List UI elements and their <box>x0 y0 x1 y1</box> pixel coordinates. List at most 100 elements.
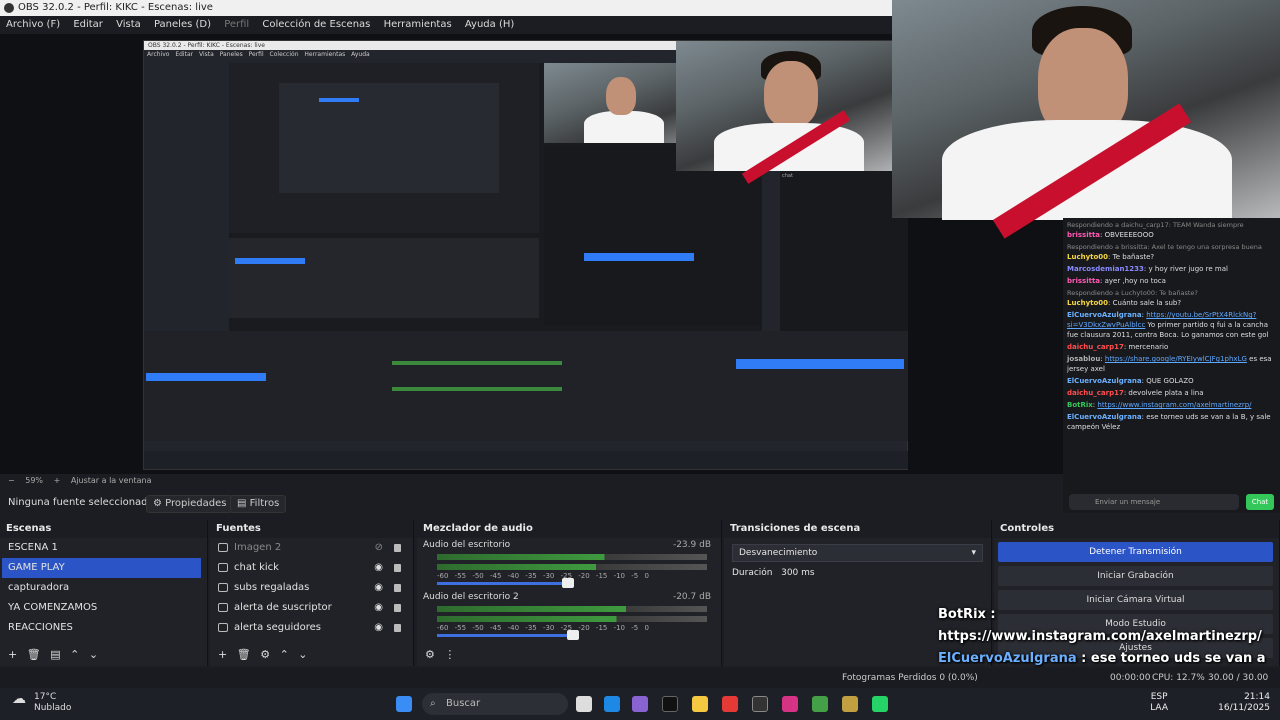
menu-docks[interactable]: Paneles (D) <box>154 19 211 30</box>
tiktok-icon[interactable] <box>662 696 678 712</box>
chat-username[interactable]: josablou <box>1067 355 1100 363</box>
menu-scene-collection[interactable]: Colección de Escenas <box>262 19 370 30</box>
duration-row: Duración 300 ms <box>732 568 815 578</box>
chat-message: daichu_carp17: devolvele plata a lina <box>1067 389 1204 397</box>
clock[interactable]: 21:14 16/11/2025 <box>1218 692 1270 714</box>
game-icon[interactable] <box>842 696 858 712</box>
chat-username[interactable]: Marcosdemian1233 <box>1067 265 1144 273</box>
menu-tools[interactable]: Herramientas <box>384 19 452 30</box>
scene-item-selected[interactable]: GAME PLAY <box>2 558 201 578</box>
source-item[interactable]: subs regaladas ◉ <box>210 578 413 598</box>
lock-icon[interactable] <box>394 604 401 612</box>
chat-message: ElCuervoAzulgrana: QUE GOLAZO <box>1067 377 1194 385</box>
scene-item[interactable]: capturadora <box>0 578 207 598</box>
lock-icon[interactable] <box>394 544 401 552</box>
transition-select[interactable]: Desvanecimiento ▾ <box>732 544 983 562</box>
status-bar: Fotogramas Perdidos 0 (0.0%) 00:00:00 CP… <box>0 668 1280 703</box>
eye-icon[interactable]: ◉ <box>374 558 383 578</box>
browser-icon <box>218 602 228 612</box>
chat-username[interactable]: ElCuervoAzulgrana <box>1067 413 1142 421</box>
zoom-out-button[interactable]: − <box>8 476 15 485</box>
eye-icon[interactable]: ◉ <box>374 598 383 618</box>
zoom-in-button[interactable]: + <box>54 476 61 485</box>
source-item[interactable]: alerta de suscriptor ◉ <box>210 598 413 618</box>
chat-username[interactable]: Luchyto00 <box>1067 299 1108 307</box>
chat-message: daichu_carp17: mercenario <box>1067 343 1169 351</box>
chrome-icon[interactable] <box>722 696 738 712</box>
filters-button[interactable]: ▤ Filtros <box>230 495 287 513</box>
chat-link[interactable]: https://www.instagram.com/axelmartinezrp… <box>1097 401 1251 409</box>
weather-widget[interactable]: ☁ 17°C Nublado <box>12 692 71 714</box>
move-down-button[interactable]: ⌄ <box>298 648 307 661</box>
add-scene-button[interactable]: + <box>8 648 17 661</box>
task-view-icon[interactable] <box>576 696 592 712</box>
scene-filters-button[interactable]: ▤ <box>50 648 60 661</box>
move-up-button[interactable]: ⌃ <box>70 648 79 661</box>
chrome-2-icon[interactable] <box>812 696 828 712</box>
chat-username[interactable]: BotRix <box>1067 401 1093 409</box>
menu-file[interactable]: Archivo (F) <box>6 19 60 30</box>
source-item[interactable]: Imagen 2 ⊘ <box>210 538 413 558</box>
volume-fader-knob[interactable] <box>566 630 579 640</box>
chat-username[interactable]: daichu_carp17 <box>1067 389 1124 397</box>
obs-taskbar-icon[interactable] <box>752 696 768 712</box>
chat-username[interactable]: daichu_carp17 <box>1067 343 1124 351</box>
file-explorer-icon[interactable] <box>692 696 708 712</box>
mixer-menu-icon[interactable]: ⋮ <box>444 648 455 661</box>
menu-profile[interactable]: Perfil <box>224 19 249 30</box>
chat-username[interactable]: ElCuervoAzulgrana <box>1067 311 1142 319</box>
mixer-settings-icon[interactable]: ⚙ <box>425 648 435 661</box>
lock-icon[interactable] <box>394 564 401 572</box>
chat-input[interactable]: Enviar un mensaje <box>1069 494 1239 510</box>
zoom-fit[interactable]: Ajustar a la ventana <box>71 476 152 485</box>
webcam-feed <box>892 0 1280 239</box>
chat-text: y hoy river jugo re mal <box>1148 265 1228 273</box>
chat-link[interactable]: https://share.google/RYEIywlCJFg1phxLG <box>1105 355 1247 363</box>
lock-icon[interactable] <box>394 624 401 632</box>
move-down-button[interactable]: ⌄ <box>89 648 98 661</box>
chat-send-button[interactable]: Chat <box>1246 494 1274 510</box>
copilot-icon[interactable] <box>632 696 648 712</box>
properties-button[interactable]: ⚙ Propiedades <box>146 495 234 513</box>
windows-start-icon[interactable] <box>396 696 412 712</box>
source-item[interactable]: chat kick ◉ <box>210 558 413 578</box>
scene-item[interactable]: YA COMENZAMOS <box>0 598 207 618</box>
whatsapp-icon[interactable] <box>872 696 888 712</box>
stop-stream-button[interactable]: Detener Transmisión <box>998 542 1273 562</box>
scene-item[interactable]: REACCIONES <box>0 618 207 638</box>
remove-source-button[interactable]: 🗑 <box>237 648 251 661</box>
edge-icon[interactable] <box>604 696 620 712</box>
chat-message: ElCuervoAzulgrana: https://youtu.be/SrPt… <box>1067 311 1269 339</box>
duration-input[interactable]: 300 ms <box>781 568 815 578</box>
language-indicator[interactable]: ESP LAA <box>1150 692 1168 714</box>
nested-obs-capture: OBS 32.0.2 - Perfil: KIKC - Escenas: liv… <box>143 40 908 470</box>
add-source-button[interactable]: + <box>218 648 227 661</box>
volume-fader[interactable] <box>437 634 567 637</box>
taskbar-search[interactable]: ⌕ Buscar <box>422 693 568 715</box>
eye-icon[interactable]: ◉ <box>374 578 383 598</box>
remove-scene-button[interactable]: 🗑 <box>27 648 41 661</box>
chat-message: brissitta: ayer ,hoy no toca <box>1067 277 1166 285</box>
menu-edit[interactable]: Editar <box>73 19 103 30</box>
move-up-button[interactable]: ⌃ <box>280 648 289 661</box>
menu-help[interactable]: Ayuda (H) <box>465 19 514 30</box>
source-toolbar: Ninguna fuente seleccionada ⚙ Propiedade… <box>0 492 1060 516</box>
volume-fader[interactable] <box>437 582 562 585</box>
source-settings-button[interactable]: ⚙ <box>260 648 270 661</box>
source-item[interactable]: alerta seguidores ◉ <box>210 618 413 638</box>
menu-view[interactable]: Vista <box>116 19 141 30</box>
lock-icon[interactable] <box>394 584 401 592</box>
instagram-icon[interactable] <box>782 696 798 712</box>
chat-username[interactable]: ElCuervoAzulgrana <box>1067 377 1142 385</box>
start-recording-button[interactable]: Iniciar Grabación <box>998 566 1273 586</box>
window-title: OBS 32.0.2 - Perfil: KIKC - Escenas: liv… <box>18 2 213 13</box>
eye-icon[interactable]: ◉ <box>374 618 383 638</box>
scene-item[interactable]: ESCENA 1 <box>0 538 207 558</box>
volume-fader-knob[interactable] <box>561 578 574 588</box>
hidden-eye-icon[interactable]: ⊘ <box>375 538 383 558</box>
chat-username[interactable]: brissitta <box>1067 277 1100 285</box>
chat-username[interactable]: Luchyto00 <box>1067 253 1108 261</box>
controls-title: Controles <box>994 520 1279 538</box>
chat-username[interactable]: brissitta <box>1067 231 1100 239</box>
scenes-dock: Escenas ESCENA 1 GAME PLAY capturadora Y… <box>0 520 208 666</box>
